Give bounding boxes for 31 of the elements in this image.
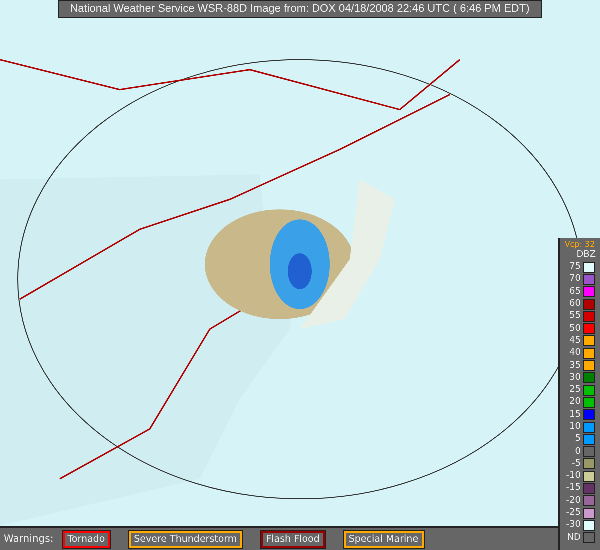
- legend-label: 35: [568, 360, 581, 371]
- legend-label: -15: [565, 483, 581, 494]
- legend-label: 10: [568, 422, 581, 432]
- legend-label: 50: [568, 324, 581, 334]
- warning-button[interactable]: Tornado: [62, 530, 110, 548]
- unit-label: DBZ: [576, 250, 596, 261]
- legend-label: 5: [574, 434, 581, 444]
- legend-label: 25: [568, 385, 581, 396]
- legend-label: -30: [565, 520, 581, 530]
- legend-label: -20: [565, 496, 581, 506]
- legend-label: 65: [568, 286, 581, 297]
- warning-button[interactable]: Flash Flood: [261, 530, 325, 548]
- legend-label: -5: [571, 458, 581, 469]
- vcp-label: Vcp: 32: [564, 240, 596, 250]
- warnings-label: Warnings:: [4, 534, 54, 544]
- warning-button[interactable]: Severe Thunderstorm: [129, 530, 242, 548]
- image-title: National Weather Service WSR-88D Image from: DOX 04/18/2008 22:46 UTC ( 6:46 PM EDT): [58, 0, 542, 18]
- legend-label: -10: [565, 471, 581, 482]
- legend-label: 60: [568, 299, 581, 310]
- legend-label: ND: [566, 532, 581, 543]
- legend-label: 55: [568, 311, 581, 322]
- legend-label: 15: [568, 410, 581, 420]
- legend-label: 75: [568, 262, 581, 272]
- legend-label: -25: [565, 508, 581, 518]
- legend-label: 30: [568, 372, 581, 383]
- legend-label: 40: [568, 348, 581, 358]
- legend-label: 0: [574, 446, 581, 457]
- legend-label: 20: [568, 397, 581, 408]
- legend-label: 45: [568, 336, 581, 346]
- legend-label: 70: [568, 274, 581, 284]
- warning-button[interactable]: Special Marine: [344, 530, 424, 548]
